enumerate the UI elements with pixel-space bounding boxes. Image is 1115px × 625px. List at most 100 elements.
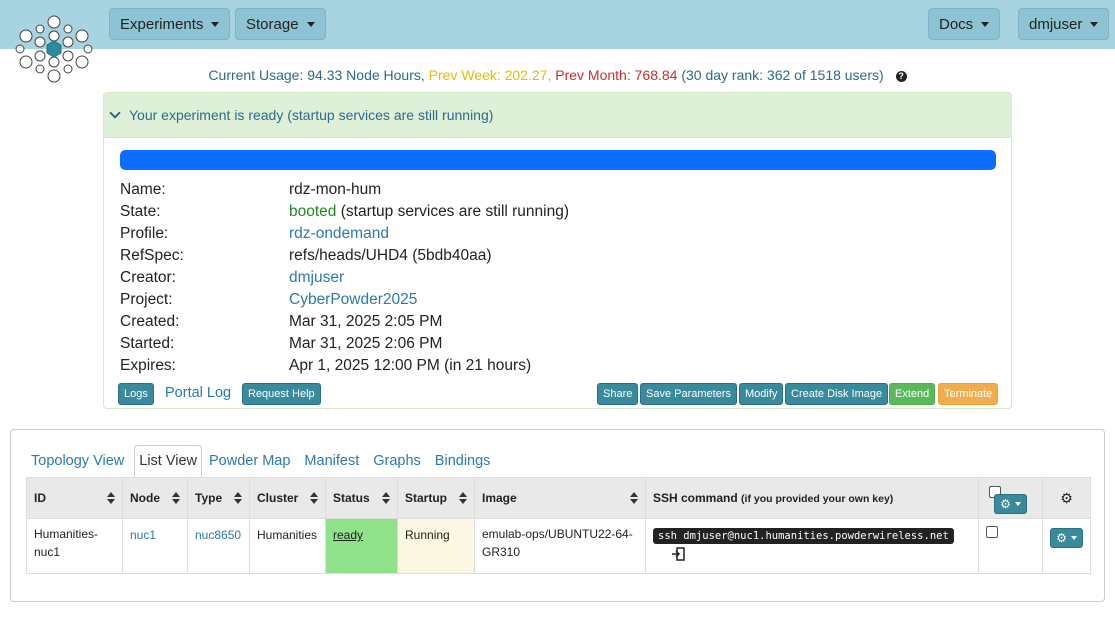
snowflake-logo-icon[interactable] [12,12,96,86]
tab-graphs[interactable]: Graphs [369,445,425,476]
info-row-started: Started: Mar 31, 2025 2:06 PM [120,333,569,355]
sort-icon [234,492,242,504]
node-list-table: ID Node Type Cluster Status Startup Imag… [26,477,1091,574]
col-startup-label: Startup [405,491,447,505]
started-label: Started: [120,335,175,352]
user-menu-label: dmjuser [1029,15,1083,33]
usage-rank: (30 day rank: 362 of 1518 users) [681,67,884,83]
name-label: Name: [120,181,166,198]
tab-list-view[interactable]: List View [134,445,203,477]
experiment-name: rdz-mon-hum [289,181,382,198]
experiment-status-heading[interactable]: Your experiment is ready (startup servic… [104,93,1011,138]
col-status-label: Status [333,491,370,505]
table-row: Humanities-nuc1 nuc1 nuc8650 Humanities … [26,518,1091,574]
col-cluster-label: Cluster [257,491,299,505]
row-select-checkbox[interactable] [986,526,998,538]
experiment-status-text: Your experiment is ready (startup servic… [129,107,494,123]
col-startup[interactable]: Startup [397,477,475,519]
project-link[interactable]: CyberPowder2025 [289,291,417,309]
caret-down-icon [1090,21,1099,27]
col-ssh-label: SSH command [653,491,738,505]
cell-cluster: Humanities [249,518,326,574]
cell-node: nuc1 [122,518,188,574]
col-actions: ⚙ [1042,477,1091,519]
expires-label: Expires: [120,357,176,374]
bulk-actions-button[interactable]: ⚙ [994,494,1027,514]
caret-down-icon [306,21,315,27]
save-parameters-button[interactable]: Save Parameters [640,383,737,405]
row-actions-button[interactable]: ⚙ [1050,528,1083,548]
creator-link[interactable]: dmjuser [289,269,344,287]
docs-menu-label: Docs [939,15,974,33]
storage-menu-button[interactable]: Storage [235,8,326,40]
prev-month-usage: Prev Month: 768.84 [555,67,678,83]
sort-icon [310,492,318,504]
experiment-state-note: (startup services are still running) [340,203,570,220]
experiment-info: Name: rdz-mon-hum State: booted (startup… [120,179,569,377]
chevron-down-icon [109,107,121,119]
create-disk-image-button[interactable]: Create Disk Image [785,383,889,405]
col-type[interactable]: Type [187,477,250,519]
sort-icon [459,492,467,504]
experiment-status-panel: Your experiment is ready (startup servic… [103,92,1012,409]
created-label: Created: [120,313,180,330]
logs-button[interactable]: Logs [118,383,154,405]
col-ssh-note: (if you provided your own key) [741,493,894,505]
state-label: State: [120,203,161,220]
info-row-state: State: booted (startup services are stil… [120,201,569,223]
sort-icon [107,492,115,504]
progress-fill [120,150,996,170]
prev-week-usage: Prev Week: 202.27, [428,67,552,83]
col-image[interactable]: Image [474,477,646,519]
modify-button[interactable]: Modify [739,383,784,405]
tab-bindings[interactable]: Bindings [431,445,495,476]
col-select: ⚙ [978,477,1043,519]
tab-manifest[interactable]: Manifest [300,445,363,476]
table-header-row: ID Node Type Cluster Status Startup Imag… [26,477,1091,519]
experiment-details-panel: Topology View List View Powder Map Manif… [10,429,1105,602]
col-ssh: SSH command (if you provided your own ke… [645,477,979,519]
col-id[interactable]: ID [26,477,123,519]
login-icon[interactable] [671,547,685,561]
col-status[interactable]: Status [325,477,398,519]
experiment-state: booted [289,203,337,220]
tab-topology-view[interactable]: Topology View [27,445,128,476]
tab-powder-map[interactable]: Powder Map [205,445,294,476]
share-button[interactable]: Share [597,383,639,405]
type-link[interactable]: nuc8650 [195,528,241,542]
sort-icon [172,492,180,504]
info-row-name: Name: rdz-mon-hum [120,179,569,201]
help-icon[interactable]: ? [895,71,907,82]
request-help-button[interactable]: Request Help [242,383,321,405]
info-row-creator: Creator: dmjuser [120,267,569,289]
status-link[interactable]: ready [333,528,363,542]
portal-log-link[interactable]: Portal Log [165,385,231,401]
cell-type: nuc8650 [187,518,250,574]
caret-down-icon [981,21,990,27]
info-row-refspec: RefSpec: refs/heads/UHD4 (5bdb40aa) [120,245,569,267]
gear-icon: ⚙ [1056,531,1067,545]
col-type-label: Type [195,491,223,505]
cell-id: Humanities-nuc1 [26,518,123,574]
cell-image: emulab-ops/UBUNTU22-64-GR310 [474,518,646,574]
col-id-label: ID [34,491,46,505]
experiment-refspec: refs/heads/UHD4 (5bdb40aa) [289,247,492,264]
info-row-profile: Profile: rdz-ondemand [120,223,569,245]
experiment-progress-bar [120,150,996,170]
docs-menu-button[interactable]: Docs [928,8,1001,40]
terminate-button[interactable]: Terminate [938,383,999,405]
experiments-menu-button[interactable]: Experiments [109,8,231,40]
profile-link[interactable]: rdz-ondemand [289,225,389,243]
extend-button[interactable]: Extend [889,383,936,405]
user-menu-button[interactable]: dmjuser [1018,8,1110,40]
ssh-command[interactable]: ssh dmjuser@nuc1.humanities.powderwirele… [653,528,954,544]
col-node[interactable]: Node [122,477,188,519]
node-link[interactable]: nuc1 [130,528,156,542]
sort-icon [630,492,638,504]
cell-startup: Running [397,518,475,574]
profile-label: Profile: [120,225,169,242]
col-image-label: Image [482,491,517,505]
view-tabs: Topology View List View Powder Map Manif… [27,445,500,477]
col-cluster[interactable]: Cluster [249,477,326,519]
cell-status: ready [325,518,398,574]
